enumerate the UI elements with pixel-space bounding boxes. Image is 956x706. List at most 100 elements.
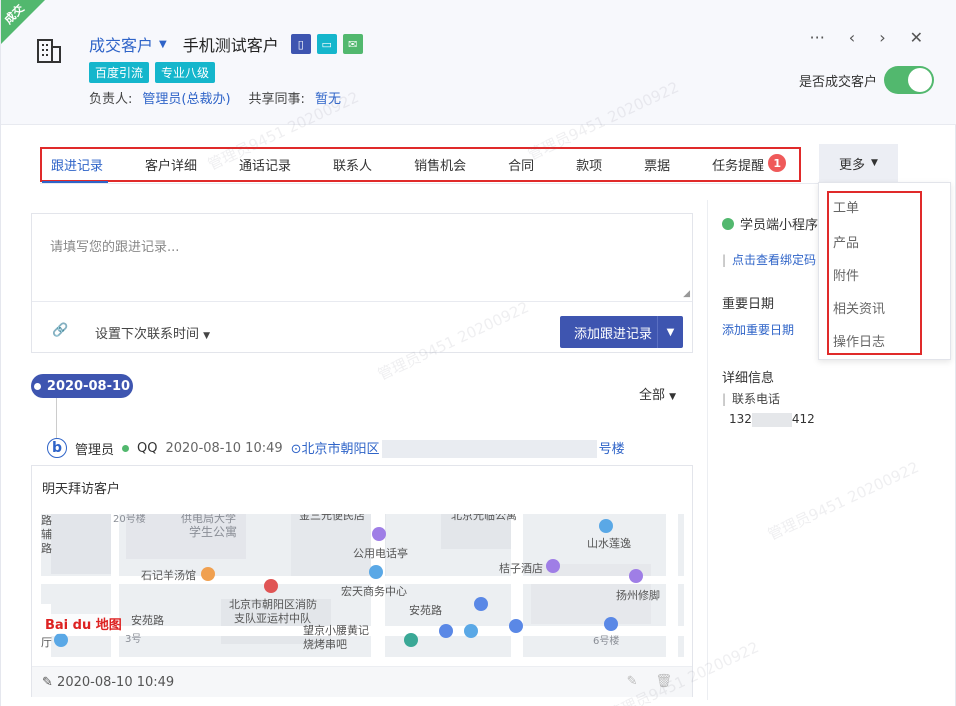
tab-contracts[interactable]: 合同 — [508, 155, 534, 174]
record-header: b 管理员 QQ 2020-08-10 10:49 ⊙北京市朝阳区 号楼 — [47, 438, 625, 459]
record-card: 明天拜访客户 20号楼 供电局大学 学生公寓 金三元便民店 北京光临公寓 山水莲… — [31, 465, 693, 697]
menu-item-work-order[interactable]: 工单 — [833, 197, 859, 216]
bind-code-link[interactable]: | 点击查看绑定码 — [722, 251, 816, 268]
next-contact-select[interactable]: 设置下次联系时间 ▼ — [95, 323, 210, 342]
record-actions: ✎ 🗑 — [627, 674, 672, 689]
owner-label: 负责人: — [89, 92, 133, 107]
edit-note-icon: ✎ — [42, 675, 53, 690]
customer-status-select[interactable]: 成交客户 — [89, 32, 153, 56]
add-follow-up-label: 添加跟进记录 — [574, 326, 653, 342]
customer-name: 手机测试客户 — [182, 36, 279, 55]
menu-item-attachments[interactable]: 附件 — [833, 265, 859, 284]
phone-label-text: 联系电话 — [732, 392, 781, 406]
map-label-21: 路 — [41, 542, 52, 555]
record-filter-select[interactable]: 全部 ▼ — [639, 384, 676, 403]
redacted-address — [381, 440, 597, 459]
map-label-8: 石记羊汤馆 — [141, 568, 196, 582]
mini-program-row: 学员端小程序 — [722, 214, 818, 233]
close-icon[interactable]: ✕ — [910, 28, 923, 47]
map-label-22: 厅 — [41, 636, 52, 649]
map-label-0: 20号楼 — [113, 514, 146, 525]
location-suffix: 号楼 — [598, 441, 625, 457]
map-label-17: 6号楼 — [593, 634, 619, 647]
tab-bar: 跟进记录 客户详细 通话记录 联系人 销售机会 合同 款项 票据 任务提醒 1 — [40, 147, 801, 182]
map-label-10: 扬州修脚 — [616, 588, 660, 602]
more-options-icon[interactable]: ··· — [810, 28, 825, 47]
tab-contacts[interactable]: 联系人 — [333, 155, 372, 174]
tab-opportunities[interactable]: 销售机会 — [414, 155, 466, 174]
record-note: 明天拜访客户 — [42, 482, 121, 497]
location-pin-icon: ⊙ — [290, 441, 302, 457]
phone-bar: | — [722, 392, 727, 406]
owner-row: 负责人: 管理员(总裁办) 共享同事: 暂无 — [89, 88, 341, 107]
footer-time-text: 2020-08-10 10:49 — [57, 675, 175, 690]
bind-code-text: 点击查看绑定码 — [732, 253, 817, 267]
phone-prefix: 132 — [729, 412, 752, 426]
task-count-badge: 1 — [768, 154, 787, 172]
owner-value[interactable]: 管理员(总裁办) — [142, 88, 230, 107]
resize-handle-icon[interactable]: ◢ — [683, 289, 690, 299]
map-label-11: 北京市朝阳区消防 — [229, 597, 317, 611]
timeline-date-pill: 2020-08-10 — [31, 374, 133, 398]
delete-icon[interactable]: 🗑 — [655, 674, 672, 689]
phone-icon[interactable]: ▯ — [290, 34, 311, 54]
toggle-knob — [908, 68, 932, 92]
follow-up-textarea[interactable]: 请填写您的跟进记录... ◢ — [32, 214, 692, 302]
customer-tags: 百度引流 专业八级 — [89, 62, 216, 83]
map-label-19: 路 — [41, 514, 52, 527]
mini-program-icon — [722, 217, 734, 230]
add-options-chevron-icon[interactable]: ▼ — [657, 316, 683, 348]
map-label-7: 桔子酒店 — [499, 561, 543, 575]
prev-icon[interactable]: ‹ — [849, 28, 855, 47]
location-prefix: 北京市朝阳区 — [301, 441, 380, 457]
add-important-date-link[interactable]: 添加重要日期 — [722, 321, 794, 338]
chevron-down-icon: ▼ — [203, 331, 211, 341]
tab-invoices[interactable]: 票据 — [644, 155, 670, 174]
tab-task-label: 任务提醒 — [712, 159, 765, 174]
map-label-14: 安苑路 — [409, 603, 442, 617]
record-location[interactable]: ⊙北京市朝阳区 号楼 — [291, 438, 625, 459]
timeline-date: 2020-08-10 — [46, 378, 131, 394]
tab-task-reminders[interactable]: 任务提醒 1 — [712, 154, 787, 174]
more-tabs-button[interactable]: 更多 ▼ — [819, 144, 898, 182]
detail-info-heading: 详细信息 — [722, 371, 775, 386]
record-footer: ✎ 2020-08-10 10:49 ✎ 🗑 — [32, 666, 692, 697]
shared-value[interactable]: 暂无 — [315, 88, 341, 107]
map-label-4: 北京光临公寓 — [451, 514, 517, 522]
map-label-20: 辅 — [41, 527, 52, 541]
map-label-12: 支队亚运村中队 — [234, 611, 311, 625]
textarea-placeholder: 请填写您的跟进记录... — [50, 240, 180, 255]
title-row: 成交客户 ▼ 手机测试客户 ▯ ▭ ✉ — [89, 32, 363, 56]
map-brand-logo: Bai du 地图 — [45, 617, 122, 633]
add-follow-up-button[interactable]: 添加跟进记录 ▼ — [560, 316, 683, 348]
link-icon[interactable]: 🔗 — [52, 323, 68, 338]
window-controls: ··· ‹ › ✕ — [810, 28, 923, 47]
deal-toggle[interactable] — [884, 66, 934, 94]
map-label-3: 金三元便民店 — [299, 514, 365, 522]
edit-icon[interactable]: ✎ — [627, 674, 638, 689]
watermark: 管理员9451 20200922 — [765, 458, 922, 544]
mail-icon[interactable]: ✉ — [342, 34, 363, 54]
bind-bar: | — [722, 253, 727, 267]
menu-item-products[interactable]: 产品 — [833, 232, 859, 251]
map-label-9: 宏天商务中心 — [341, 584, 407, 598]
menu-item-operation-log[interactable]: 操作日志 — [833, 331, 885, 350]
follow-up-editor: 请填写您的跟进记录... ◢ 🔗 设置下次联系时间 ▼ 添加跟进记录 ▼ — [31, 213, 693, 353]
map-label-15: 望京小腰黄记 — [303, 623, 369, 637]
customer-detail-window: 成交 成交客户 ▼ 手机测试客户 ▯ ▭ ✉ 百度引流 专业八级 负责人: 管理… — [0, 0, 956, 706]
channel-status-dot — [122, 444, 130, 452]
menu-item-news[interactable]: 相关资讯 — [833, 298, 885, 317]
tab-customer-detail[interactable]: 客户详细 — [145, 155, 197, 174]
tab-follow-up[interactable]: 跟进记录 — [51, 155, 103, 174]
tab-payments[interactable]: 款项 — [576, 155, 602, 174]
chat-icon[interactable]: ▭ — [316, 34, 337, 54]
phone-suffix: 412 — [791, 412, 815, 426]
redacted-phone — [751, 412, 792, 427]
record-user: 管理员 — [75, 442, 115, 458]
timeline-dot — [33, 382, 41, 390]
chevron-down-icon[interactable]: ▼ — [159, 39, 167, 50]
next-icon[interactable]: › — [879, 28, 885, 47]
tab-call-records[interactable]: 通话记录 — [239, 155, 291, 174]
location-map[interactable]: 20号楼 供电局大学 学生公寓 金三元便民店 北京光临公寓 山水莲逸 公用电话亭… — [41, 514, 684, 657]
tag: 百度引流 — [89, 62, 150, 83]
